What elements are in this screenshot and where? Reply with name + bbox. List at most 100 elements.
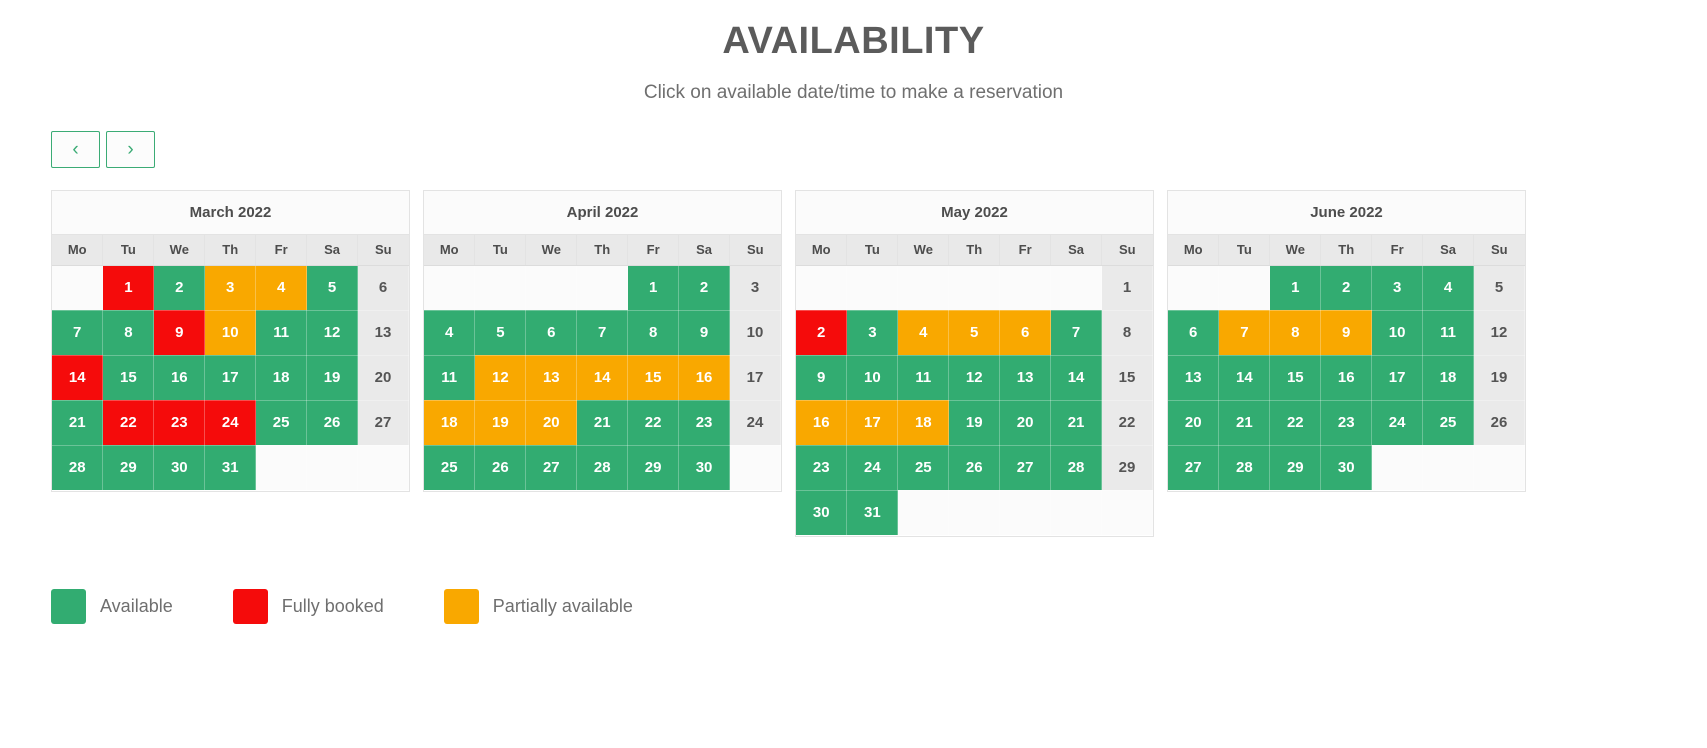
calendar-day-cell[interactable]: 15 (627, 355, 680, 401)
calendar-day-cell[interactable]: 7 (1218, 310, 1271, 356)
calendar-day-cell[interactable]: 8 (627, 310, 680, 356)
calendar-day-cell[interactable]: 14 (576, 355, 629, 401)
calendar-day-cell[interactable]: 6 (1168, 310, 1220, 356)
calendar-day-cell[interactable]: 25 (424, 445, 476, 491)
calendar-day-cell[interactable]: 16 (1320, 355, 1373, 401)
calendar-day-cell[interactable]: 5 (948, 310, 1001, 356)
calendar-day-cell[interactable]: 15 (1269, 355, 1322, 401)
calendar-day-cell[interactable]: 30 (153, 445, 206, 491)
calendar-day-cell[interactable]: 26 (306, 400, 359, 446)
calendar-day-cell[interactable]: 26 (474, 445, 527, 491)
calendar-day-cell[interactable]: 3 (204, 265, 257, 311)
calendar-day-cell[interactable]: 18 (424, 400, 476, 446)
calendar-day-cell[interactable]: 11 (424, 355, 476, 401)
calendar-day-cell[interactable]: 28 (576, 445, 629, 491)
calendar-day-cell[interactable]: 24 (846, 445, 899, 491)
calendar-day-cell[interactable]: 9 (1320, 310, 1373, 356)
calendar-day-cell[interactable]: 18 (897, 400, 950, 446)
calendar-day-cell[interactable]: 9 (678, 310, 731, 356)
calendar-day-cell[interactable]: 30 (796, 490, 848, 536)
calendar-day-cell[interactable]: 4 (1422, 265, 1475, 311)
calendar-day-cell[interactable]: 14 (52, 355, 104, 401)
calendar-day-cell[interactable]: 6 (999, 310, 1052, 356)
calendar-day-cell[interactable]: 20 (525, 400, 578, 446)
calendar-day-cell[interactable]: 29 (627, 445, 680, 491)
calendar-day-cell[interactable]: 30 (678, 445, 731, 491)
calendar-day-cell[interactable]: 3 (846, 310, 899, 356)
calendar-day-cell[interactable]: 12 (948, 355, 1001, 401)
calendar-day-cell[interactable]: 2 (678, 265, 731, 311)
calendar-day-cell[interactable]: 19 (306, 355, 359, 401)
calendar-day-cell[interactable]: 25 (897, 445, 950, 491)
calendar-day-cell[interactable]: 6 (525, 310, 578, 356)
calendar-day-cell[interactable]: 17 (204, 355, 257, 401)
calendar-day-cell[interactable]: 16 (153, 355, 206, 401)
calendar-day-cell[interactable]: 21 (576, 400, 629, 446)
calendar-day-cell[interactable]: 13 (1168, 355, 1220, 401)
calendar-day-cell[interactable]: 22 (102, 400, 155, 446)
calendar-day-cell[interactable]: 27 (1168, 445, 1220, 491)
calendar-day-cell[interactable]: 26 (948, 445, 1001, 491)
calendar-day-cell[interactable]: 7 (1050, 310, 1103, 356)
calendar-day-cell[interactable]: 2 (1320, 265, 1373, 311)
calendar-day-cell[interactable]: 8 (102, 310, 155, 356)
calendar-day-cell[interactable]: 4 (424, 310, 476, 356)
calendar-day-cell[interactable]: 28 (1050, 445, 1103, 491)
calendar-day-cell[interactable]: 18 (255, 355, 308, 401)
calendar-day-cell[interactable]: 21 (1050, 400, 1103, 446)
calendar-day-cell[interactable]: 27 (999, 445, 1052, 491)
calendar-day-cell[interactable]: 19 (948, 400, 1001, 446)
calendar-day-cell[interactable]: 31 (204, 445, 257, 491)
calendar-day-cell[interactable]: 23 (796, 445, 848, 491)
calendar-day-cell[interactable]: 17 (1371, 355, 1424, 401)
calendar-day-cell[interactable]: 1 (1269, 265, 1322, 311)
calendar-day-cell[interactable]: 16 (678, 355, 731, 401)
calendar-day-cell[interactable]: 29 (1269, 445, 1322, 491)
calendar-day-cell[interactable]: 31 (846, 490, 899, 536)
calendar-day-cell[interactable]: 11 (255, 310, 308, 356)
calendar-day-cell[interactable]: 25 (255, 400, 308, 446)
calendar-day-cell[interactable]: 10 (846, 355, 899, 401)
calendar-day-cell[interactable]: 1 (627, 265, 680, 311)
next-month-button[interactable]: › (106, 131, 155, 168)
calendar-day-cell[interactable]: 22 (1269, 400, 1322, 446)
calendar-day-cell[interactable]: 30 (1320, 445, 1373, 491)
calendar-day-cell[interactable]: 12 (306, 310, 359, 356)
calendar-day-cell[interactable]: 4 (897, 310, 950, 356)
calendar-day-cell[interactable]: 5 (474, 310, 527, 356)
calendar-day-cell[interactable]: 21 (1218, 400, 1271, 446)
calendar-day-cell[interactable]: 7 (52, 310, 104, 356)
calendar-day-cell[interactable]: 23 (1320, 400, 1373, 446)
calendar-day-cell[interactable]: 21 (52, 400, 104, 446)
calendar-day-cell[interactable]: 28 (1218, 445, 1271, 491)
calendar-day-cell[interactable]: 20 (999, 400, 1052, 446)
calendar-day-cell[interactable]: 19 (474, 400, 527, 446)
calendar-day-cell[interactable]: 14 (1050, 355, 1103, 401)
calendar-day-cell[interactable]: 10 (1371, 310, 1424, 356)
calendar-day-cell[interactable]: 12 (474, 355, 527, 401)
calendar-day-cell[interactable]: 28 (52, 445, 104, 491)
calendar-day-cell[interactable]: 17 (846, 400, 899, 446)
calendar-day-cell[interactable]: 5 (306, 265, 359, 311)
calendar-day-cell[interactable]: 7 (576, 310, 629, 356)
calendar-day-cell[interactable]: 27 (525, 445, 578, 491)
calendar-day-cell[interactable]: 29 (102, 445, 155, 491)
prev-month-button[interactable]: ‹ (51, 131, 100, 168)
calendar-day-cell[interactable]: 22 (627, 400, 680, 446)
calendar-day-cell[interactable]: 4 (255, 265, 308, 311)
calendar-day-cell[interactable]: 9 (796, 355, 848, 401)
calendar-day-cell[interactable]: 25 (1422, 400, 1475, 446)
calendar-day-cell[interactable]: 10 (204, 310, 257, 356)
calendar-day-cell[interactable]: 3 (1371, 265, 1424, 311)
calendar-day-cell[interactable]: 24 (204, 400, 257, 446)
calendar-day-cell[interactable]: 23 (678, 400, 731, 446)
calendar-day-cell[interactable]: 18 (1422, 355, 1475, 401)
calendar-day-cell[interactable]: 15 (102, 355, 155, 401)
calendar-day-cell[interactable]: 16 (796, 400, 848, 446)
calendar-day-cell[interactable]: 11 (897, 355, 950, 401)
calendar-day-cell[interactable]: 24 (1371, 400, 1424, 446)
calendar-day-cell[interactable]: 13 (999, 355, 1052, 401)
calendar-day-cell[interactable]: 2 (153, 265, 206, 311)
calendar-day-cell[interactable]: 1 (102, 265, 155, 311)
calendar-day-cell[interactable]: 23 (153, 400, 206, 446)
